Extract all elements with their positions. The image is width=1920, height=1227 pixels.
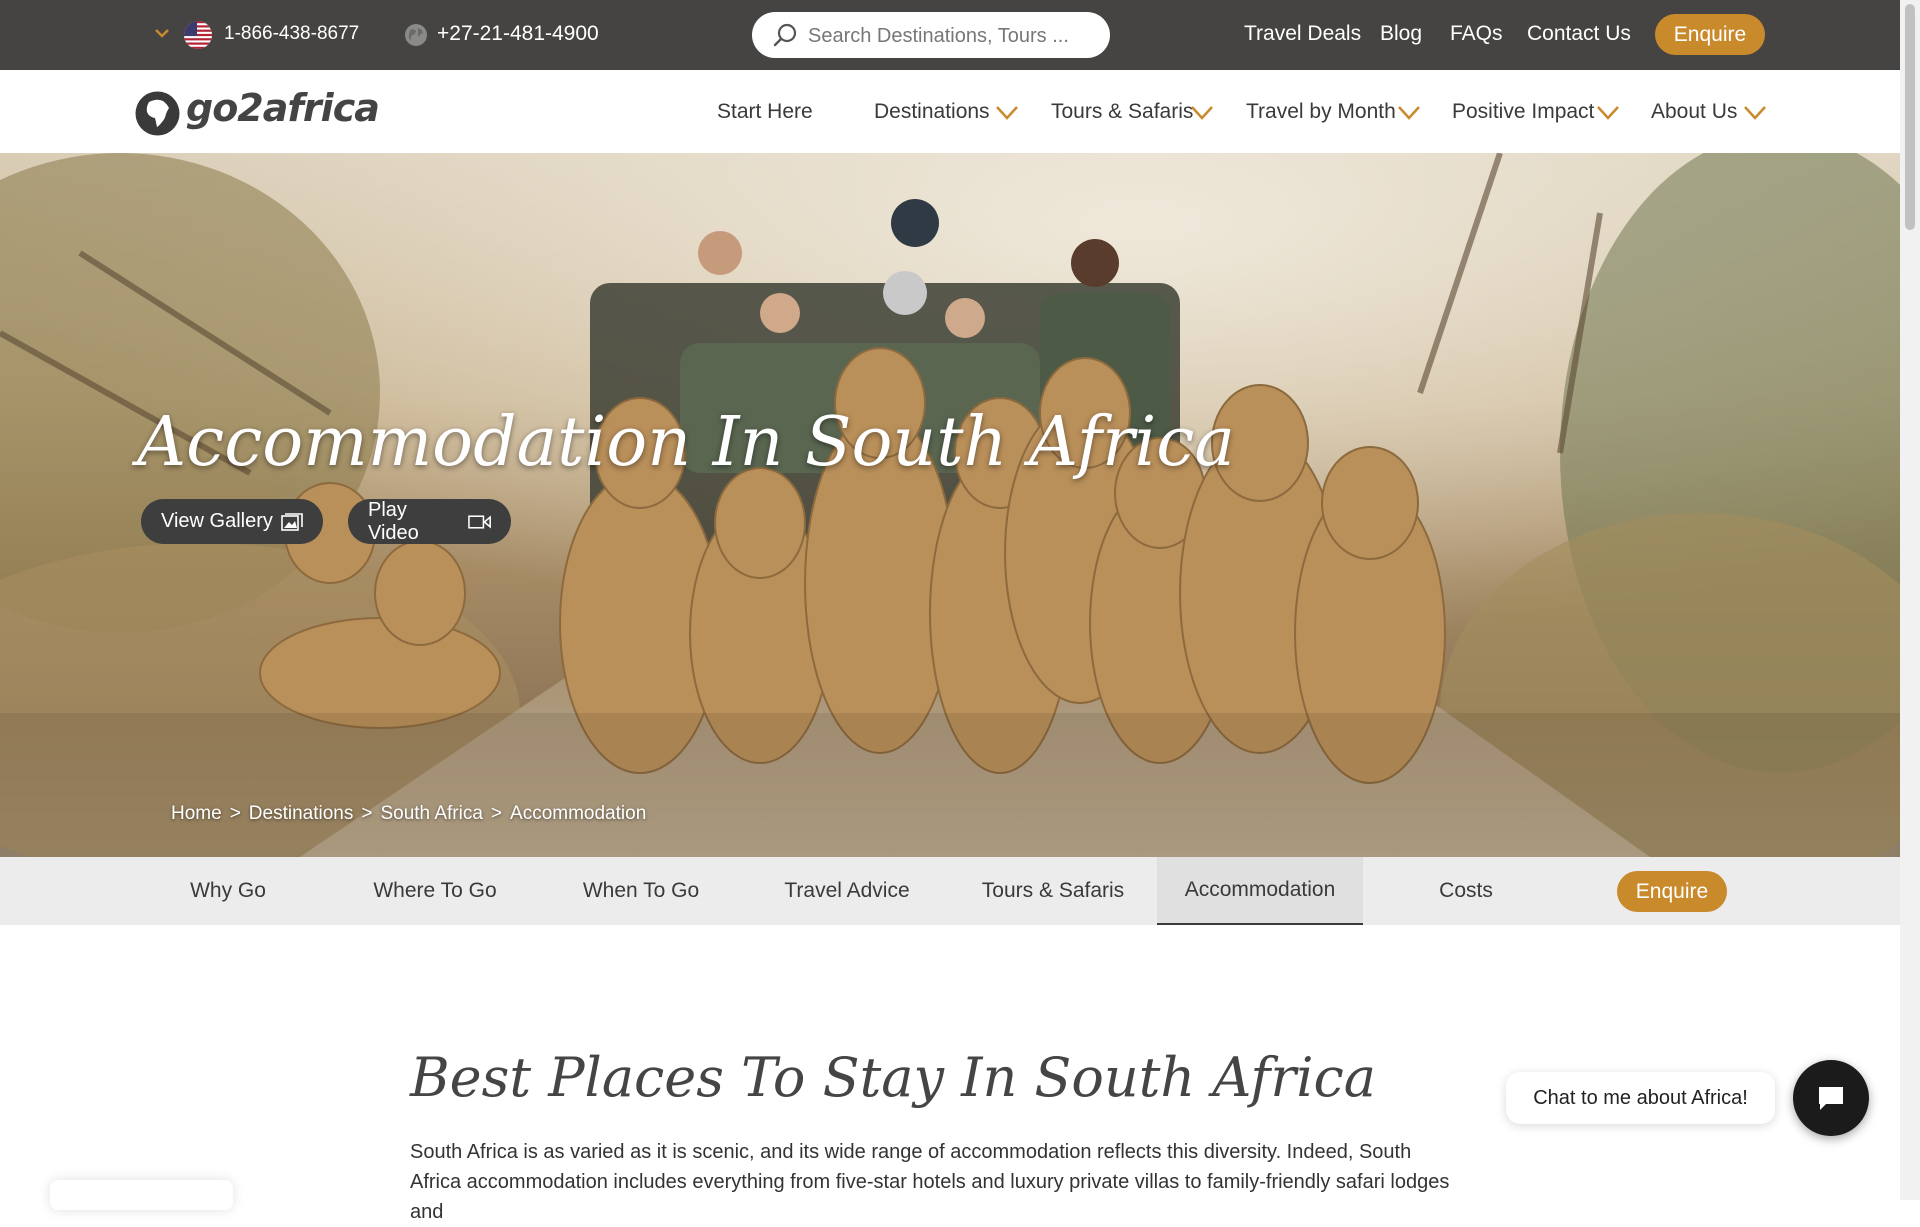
link-travel-deals[interactable]: Travel Deals [1244, 22, 1361, 46]
us-flag-icon[interactable] [184, 21, 212, 49]
tab-when-to-go[interactable]: When To Go [538, 857, 744, 925]
nav-travel-by-month[interactable]: Travel by Month [1246, 100, 1396, 124]
nav-destinations[interactable]: Destinations [874, 100, 990, 124]
nav-about-us[interactable]: About Us [1651, 100, 1737, 124]
breadcrumb-south-africa[interactable]: South Africa [380, 803, 482, 824]
tab-where-to-go[interactable]: Where To Go [332, 857, 538, 925]
scrollbar[interactable] [1900, 0, 1920, 1200]
chevron-down-icon[interactable] [1397, 101, 1421, 123]
nav-tours-safaris[interactable]: Tours & Safaris [1051, 100, 1193, 124]
enquire-button[interactable]: Enquire [1655, 14, 1765, 55]
view-gallery-label: View Gallery [161, 510, 273, 532]
breadcrumb-destinations[interactable]: Destinations [249, 803, 354, 824]
corner-widget[interactable] [50, 1180, 233, 1210]
top-utility-bar: 1-866-438-8677 +27-21-481-4900 Travel De… [0, 0, 1900, 70]
breadcrumb-separator: > [490, 803, 503, 824]
chat-prompt[interactable]: Chat to me about Africa! [1506, 1072, 1775, 1124]
chat-icon [1819, 1087, 1843, 1110]
main-nav: go2africa Start Here Destinations Tours … [0, 70, 1900, 153]
globe-icon [405, 24, 427, 46]
phone-us[interactable]: 1-866-438-8677 [224, 23, 359, 45]
tab-tours-safaris[interactable]: Tours & Safaris [950, 857, 1156, 925]
intro-paragraph: South Africa is as varied as it is sceni… [410, 1141, 1450, 1223]
link-blog[interactable]: Blog [1380, 22, 1422, 46]
search-icon [773, 23, 797, 47]
video-icon [468, 514, 491, 529]
section-title: Best Places To Stay In South Africa [410, 1046, 1376, 1109]
chevron-down-icon[interactable] [153, 24, 171, 42]
view-gallery-button[interactable]: View Gallery [141, 499, 323, 544]
search-box[interactable] [752, 12, 1110, 58]
chat-button[interactable] [1793, 1060, 1869, 1136]
chevron-down-icon[interactable] [1596, 101, 1620, 123]
tab-costs[interactable]: Costs [1363, 857, 1569, 925]
breadcrumb-separator: > [361, 803, 373, 824]
nav-start-here[interactable]: Start Here [717, 100, 813, 124]
gallery-icon [281, 512, 303, 531]
search-input[interactable] [806, 18, 1095, 54]
breadcrumb-home[interactable]: Home [171, 803, 222, 824]
chevron-down-icon[interactable] [1743, 101, 1767, 123]
breadcrumb-accommodation: Accommodation [510, 803, 647, 824]
tab-accommodation[interactable]: Accommodation [1157, 857, 1363, 925]
logo-text[interactable]: go2africa [186, 86, 380, 130]
section-tabs: Why Go Where To Go When To Go Travel Adv… [0, 857, 1900, 925]
africa-logo-icon[interactable] [135, 91, 180, 136]
scrollbar-thumb[interactable] [1905, 4, 1915, 230]
phone-intl[interactable]: +27-21-481-4900 [437, 22, 599, 46]
hero-banner: Accommodation In South Africa View Galle… [0, 153, 1900, 857]
play-video-label: Play Video [368, 498, 419, 544]
chevron-down-icon[interactable] [995, 101, 1019, 123]
link-contact-us[interactable]: Contact Us [1527, 22, 1631, 46]
breadcrumb: Home > Destinations > South Africa > Accommoda… [171, 803, 646, 825]
link-faqs[interactable]: FAQs [1450, 22, 1503, 46]
nav-positive-impact[interactable]: Positive Impact [1452, 100, 1594, 124]
tab-why-go[interactable]: Why Go [125, 857, 331, 925]
tab-travel-advice[interactable]: Travel Advice [744, 857, 950, 925]
enquire-button[interactable]: Enquire [1617, 871, 1727, 912]
chevron-down-icon[interactable] [1190, 101, 1214, 123]
play-video-button[interactable]: Play Video [348, 499, 511, 544]
hero-title: Accommodation In South Africa [137, 403, 1235, 482]
breadcrumb-separator: > [229, 803, 241, 824]
